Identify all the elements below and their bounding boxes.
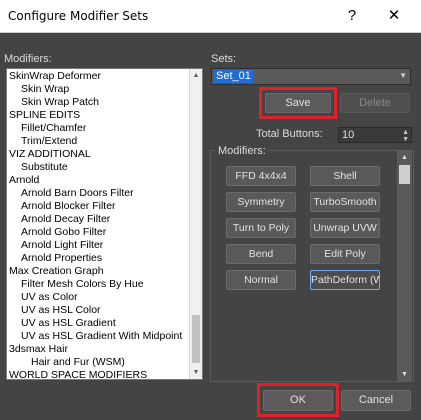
- list-item[interactable]: Arnold Gobo Filter: [7, 226, 106, 239]
- list-item[interactable]: Arnold: [7, 174, 39, 187]
- list-item[interactable]: Arnold Properties: [7, 252, 102, 265]
- scroll-down-icon[interactable]: ▼: [397, 368, 412, 381]
- list-item[interactable]: Arnold Blocker Filter: [7, 200, 116, 213]
- list-item[interactable]: SkinWrap Deformer: [7, 70, 101, 83]
- list-item[interactable]: Skin Wrap: [7, 83, 69, 96]
- modifier-set-button[interactable]: Turn to Poly: [226, 218, 296, 238]
- ok-highlight-box: [257, 383, 339, 417]
- scroll-up-icon[interactable]: ▲: [397, 151, 412, 164]
- list-item[interactable]: UV as Color: [7, 291, 78, 304]
- scroll-up-icon[interactable]: ▲: [190, 69, 202, 82]
- modifier-set-button[interactable]: Normal: [226, 270, 296, 290]
- list-item[interactable]: Substitute: [7, 161, 68, 174]
- list-item[interactable]: Filter Mesh Colors By Hue: [7, 278, 144, 291]
- cancel-button[interactable]: Cancel: [341, 390, 411, 411]
- modifier-set-button[interactable]: Symmetry: [226, 192, 296, 212]
- delete-button[interactable]: Delete: [340, 93, 410, 113]
- modifiers-list-label: Modifiers:: [4, 53, 52, 65]
- list-item[interactable]: SPLINE EDITS: [7, 109, 80, 122]
- total-buttons-value: 10: [342, 129, 355, 141]
- sets-dropdown[interactable]: Set_01 ▼: [211, 68, 411, 85]
- scroll-down-icon[interactable]: ▼: [190, 366, 202, 379]
- list-item[interactable]: Hair and Fur (WSM): [7, 356, 125, 369]
- modifier-list[interactable]: SkinWrap Deformer Skin Wrap Skin Wrap Patc…: [6, 68, 203, 380]
- sets-dropdown-value: Set_01: [214, 70, 253, 83]
- list-item[interactable]: 3dsmax Hair: [7, 343, 68, 356]
- modifier-set-button[interactable]: Unwrap UVW: [310, 218, 380, 238]
- window-title: Configure Modifier Sets: [8, 9, 149, 23]
- modifier-set-button[interactable]: FFD 4x4x4: [226, 166, 296, 186]
- list-item[interactable]: Arnold Decay Filter: [7, 213, 110, 226]
- modifiers-scrollbar[interactable]: ▲ ▼: [397, 151, 412, 381]
- list-item[interactable]: UV as HSL Color: [7, 304, 101, 317]
- sets-label: Sets:: [211, 53, 237, 65]
- list-item[interactable]: Trim/Extend: [7, 135, 77, 148]
- total-buttons-spinner[interactable]: 10 ▲ ▼: [338, 127, 412, 143]
- chevron-down-icon: ▼: [399, 71, 407, 80]
- list-item[interactable]: Fillet/Chamfer: [7, 122, 86, 135]
- total-buttons-label: Total Buttons:: [256, 128, 323, 140]
- modifier-set-button[interactable]: Shell: [310, 166, 380, 186]
- list-item[interactable]: Max Creation Graph: [7, 265, 104, 278]
- title-bar: Configure Modifier Sets ? ✕: [0, 0, 421, 33]
- modifier-set-button[interactable]: TurboSmooth: [310, 192, 380, 212]
- help-button[interactable]: ?: [340, 4, 364, 28]
- spinner-down-icon[interactable]: ▼: [402, 136, 409, 143]
- list-item[interactable]: Arnold Barn Doors Filter: [7, 187, 134, 200]
- scroll-thumb[interactable]: [399, 165, 410, 184]
- list-item[interactable]: Skin Wrap Patch: [7, 96, 99, 109]
- modifier-set-button[interactable]: Edit Poly: [310, 244, 380, 264]
- scroll-thumb[interactable]: [192, 315, 200, 363]
- close-button[interactable]: ✕: [381, 4, 407, 28]
- list-item[interactable]: WORLD SPACE MODIFIERS: [7, 369, 147, 379]
- list-item[interactable]: UV as HSL Gradient: [7, 317, 116, 330]
- modifier-set-button[interactable]: PathDeform (W: [310, 270, 380, 290]
- save-highlight-box: [259, 87, 337, 119]
- list-item[interactable]: UV as HSL Gradient With Midpoint: [7, 330, 182, 343]
- modifier-list-scrollbar[interactable]: ▲ ▼: [189, 69, 202, 379]
- modifiers-group-label: Modifiers:: [216, 145, 268, 157]
- modifier-set-button[interactable]: Bend: [226, 244, 296, 264]
- list-item[interactable]: VIZ ADDITIONAL: [7, 148, 91, 161]
- spinner-up-icon[interactable]: ▲: [402, 129, 409, 136]
- list-item[interactable]: Arnold Light Filter: [7, 239, 103, 252]
